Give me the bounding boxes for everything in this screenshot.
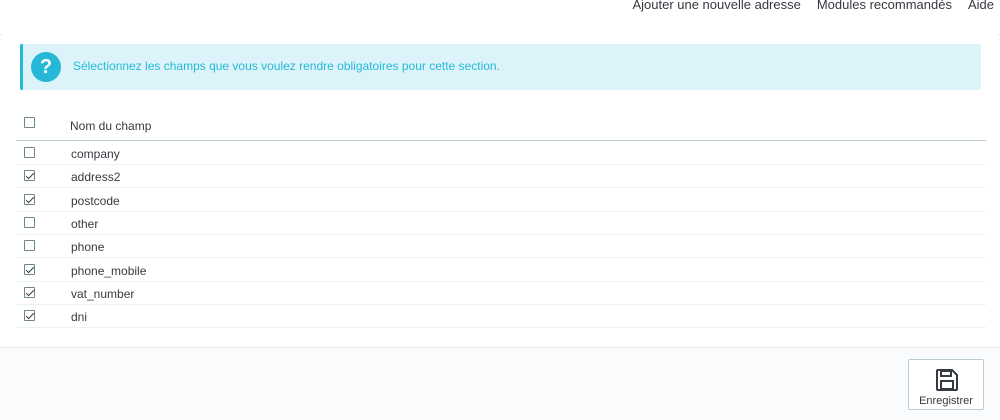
field-name: other (71, 216, 99, 231)
field-name: dni (71, 310, 88, 325)
table-row: postcode (16, 188, 986, 212)
table-row: phone (16, 234, 986, 259)
field-checkbox[interactable] (24, 286, 35, 298)
checkmark-icon (25, 194, 35, 203)
table-row: company (16, 141, 986, 165)
field-name: postcode (71, 193, 120, 208)
save-button-label: Enregistrer (919, 395, 973, 407)
field-checkbox[interactable] (24, 193, 35, 205)
field-checkbox[interactable] (24, 240, 35, 252)
field-name: address2 (71, 170, 121, 185)
field-name: phone (71, 240, 105, 255)
field-checkbox[interactable] (24, 263, 35, 275)
checkmark-icon (25, 171, 35, 180)
table-header: Nom du champ (16, 114, 986, 141)
required-fields-panel: ? Sélectionnez les champs que vous voule… (2, 34, 998, 346)
toolbar-links: Ajouter une nouvelle adresse Modules rec… (632, 0, 994, 12)
table-row: phone_mobile (16, 258, 986, 282)
field-checkbox[interactable] (24, 147, 35, 158)
field-name: phone_mobile (71, 263, 147, 278)
field-checkbox[interactable] (24, 170, 35, 182)
checkmark-icon (25, 264, 35, 273)
info-alert: ? Sélectionnez les champs que vous voule… (20, 44, 981, 90)
help-link[interactable]: Aide (968, 0, 994, 12)
alert-message: Sélectionnez les champs que vous voulez … (73, 59, 500, 73)
field-name: vat_number (71, 286, 135, 301)
field-checkbox[interactable] (24, 310, 35, 322)
floppy-disk-icon (936, 369, 958, 391)
table-row: vat_number (16, 281, 986, 305)
add-address-link[interactable]: Ajouter une nouvelle adresse (632, 0, 800, 12)
field-name: company (71, 147, 120, 161)
field-checkbox[interactable] (24, 216, 35, 228)
column-header-field-name: Nom du champ (70, 119, 152, 133)
save-button[interactable]: Enregistrer (908, 359, 984, 410)
question-circle-icon: ? (31, 52, 61, 82)
table-row: other (16, 211, 986, 235)
checkmark-icon (25, 287, 35, 297)
panel-footer: Enregistrer (0, 347, 1000, 420)
top-toolbar: Ajouter une nouvelle adresse Modules rec… (0, 0, 1000, 35)
checkmark-icon (25, 310, 35, 320)
table-row: dni (16, 304, 986, 329)
recommended-modules-link[interactable]: Modules recommandés (817, 0, 952, 12)
table-row: address2 (16, 164, 986, 189)
select-all-checkbox[interactable] (24, 117, 35, 128)
